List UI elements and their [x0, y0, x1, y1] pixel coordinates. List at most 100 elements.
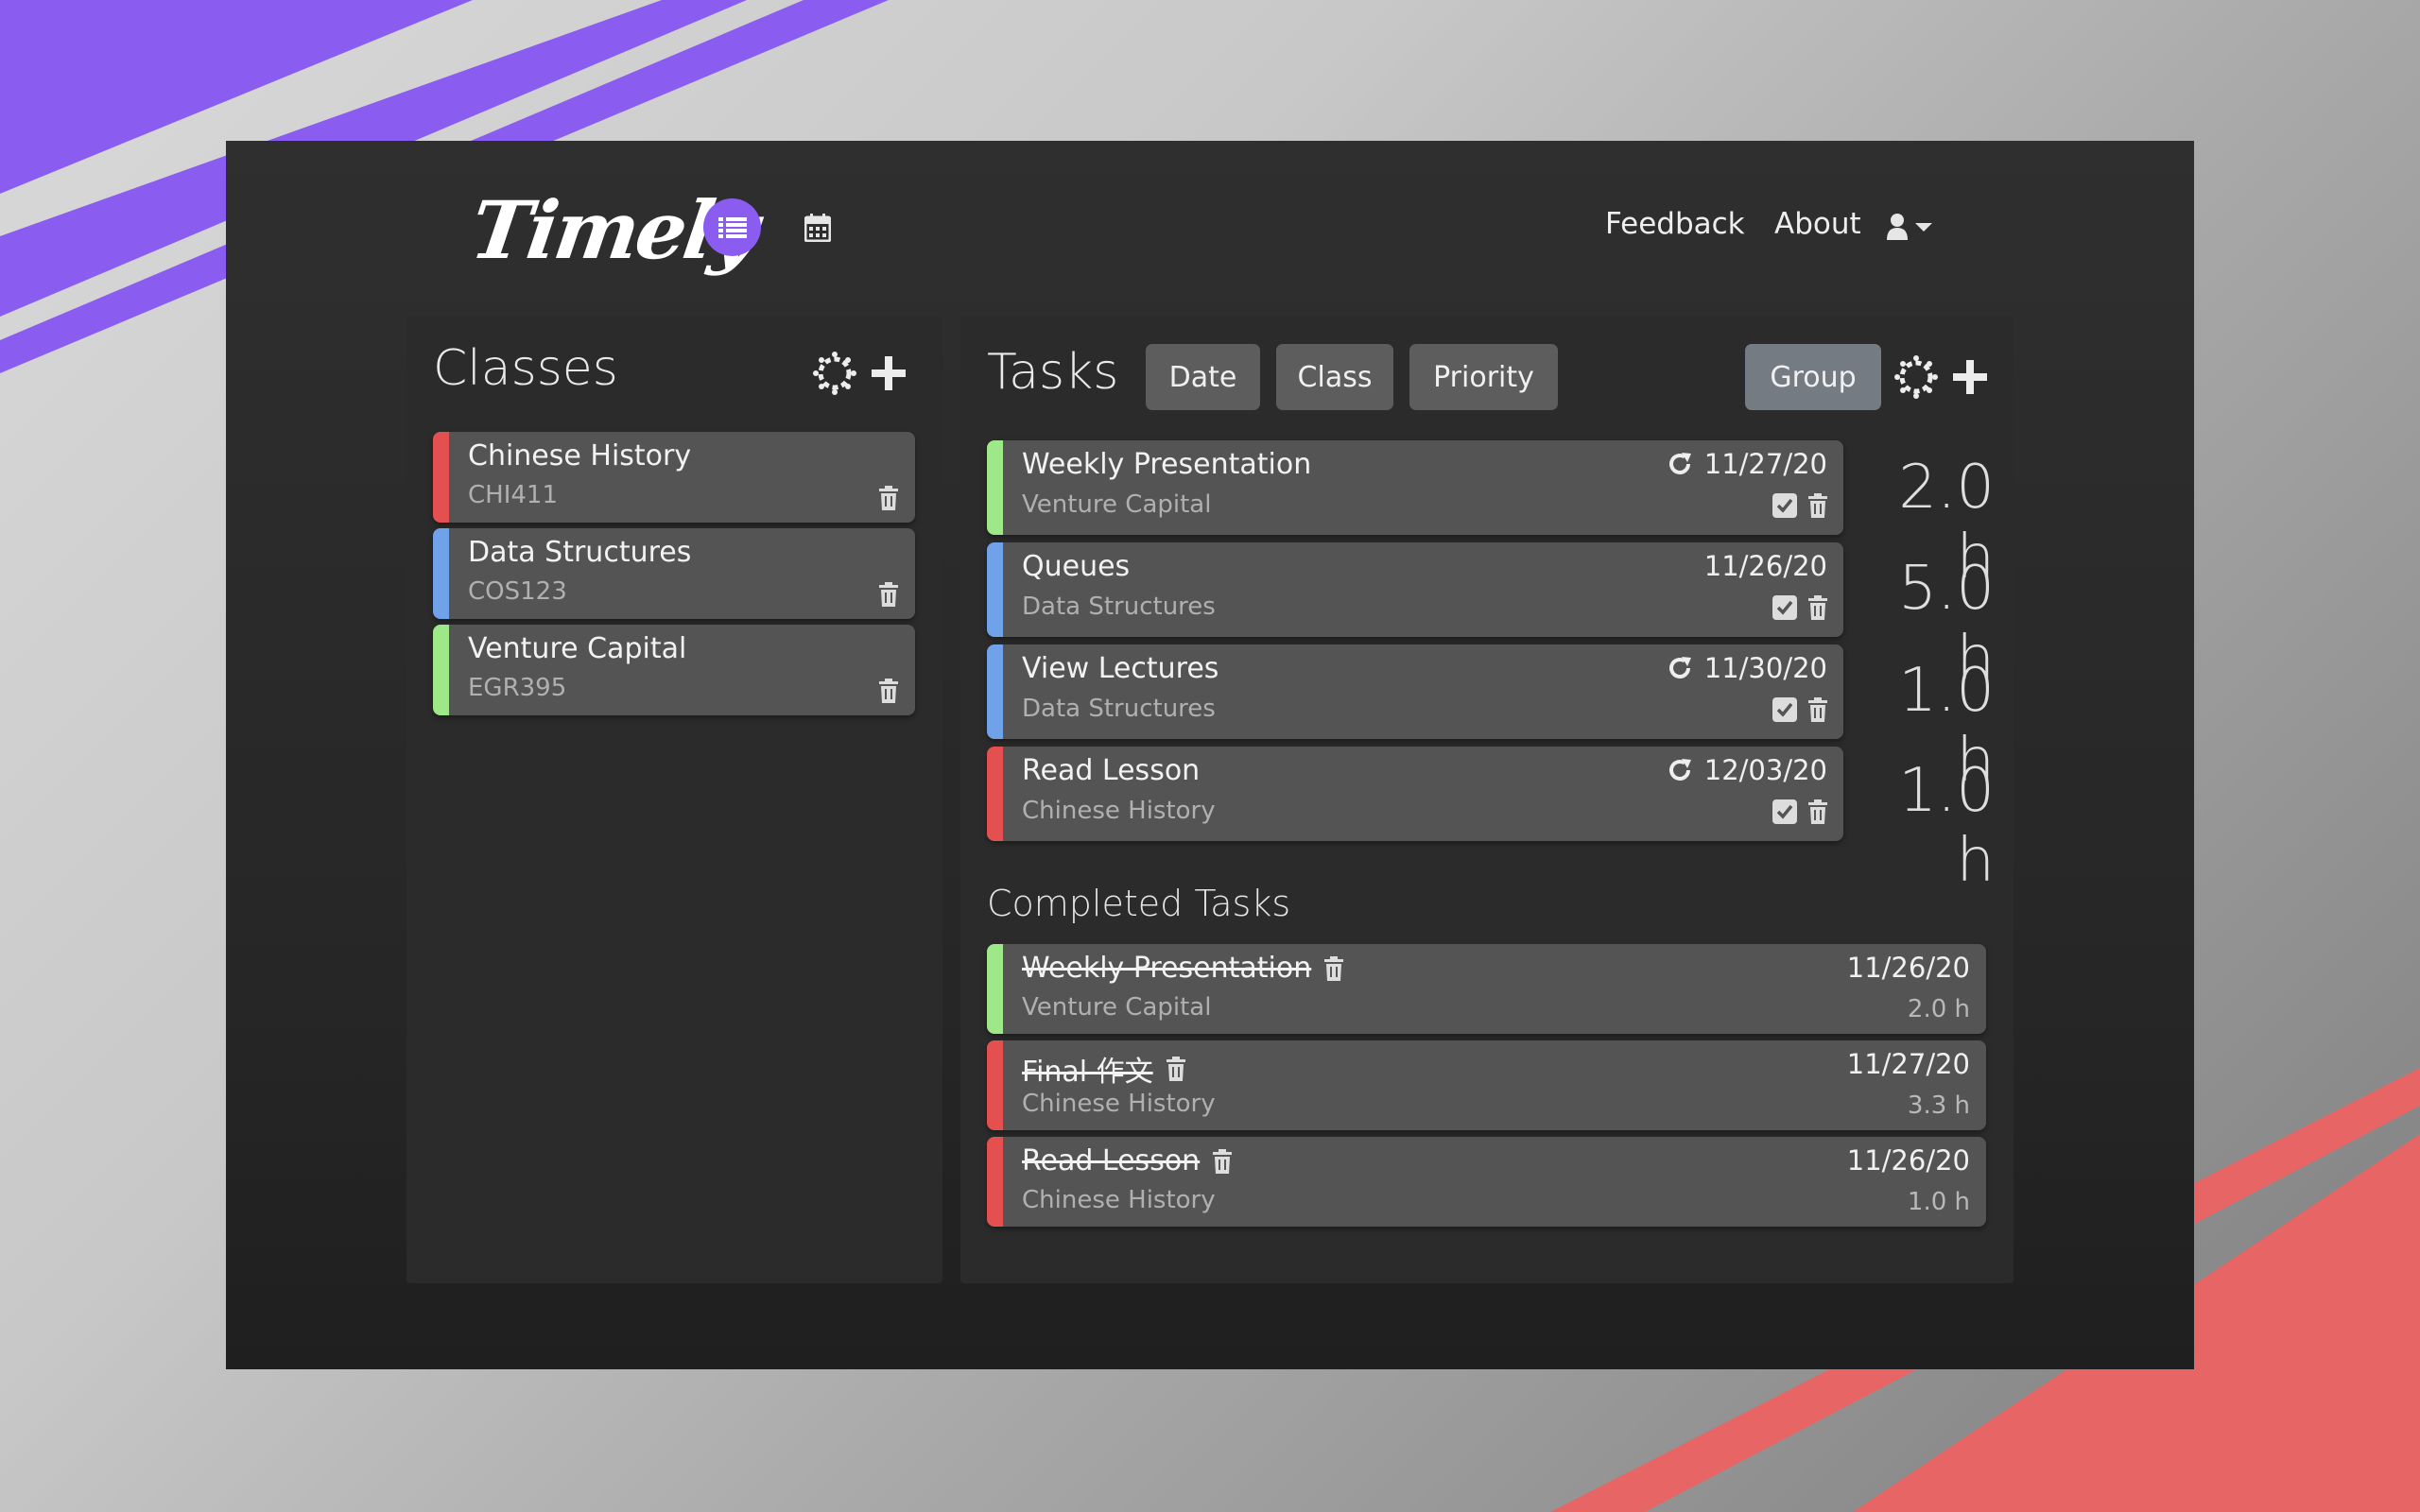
task-class: Data Structures — [1022, 695, 1216, 723]
trash-icon[interactable] — [1324, 955, 1344, 981]
plus-icon — [872, 356, 906, 390]
task-class: Data Structures — [1022, 593, 1216, 621]
task-name: Read Lesson — [1022, 754, 1201, 787]
trash-icon[interactable] — [1213, 1148, 1233, 1174]
class-color-stripe — [433, 625, 449, 715]
checkbox-checked-icon[interactable] — [1772, 799, 1797, 824]
task-due-date: 12/03/20 — [1703, 754, 1827, 786]
checkbox-checked-icon[interactable] — [1772, 697, 1797, 722]
feedback-link[interactable]: Feedback — [1605, 207, 1745, 241]
group-button[interactable]: Group — [1745, 344, 1881, 410]
list-icon — [717, 216, 747, 238]
classes-title: Classes — [433, 340, 618, 397]
class-name: Venture Capital — [468, 632, 687, 665]
class-code: EGR395 — [468, 674, 567, 702]
canvas-logo-icon — [813, 352, 856, 395]
task-card[interactable]: Queues Data Structures 11/26/20 — [987, 542, 1843, 637]
sort-by-priority-button[interactable]: Priority — [1409, 344, 1558, 410]
completed-task-card[interactable]: Read Lesson Chinese History 11/26/20 1.0… — [987, 1137, 1986, 1227]
chevron-down-icon — [1915, 222, 1932, 232]
class-code: CHI411 — [468, 481, 558, 509]
task-due-date: 11/26/20 — [1703, 550, 1827, 582]
class-name: Chinese History — [468, 439, 692, 472]
task-due-date: 11/27/20 — [1703, 448, 1827, 480]
canvas-logo-icon — [1894, 355, 1938, 399]
delete-class-button[interactable] — [877, 581, 900, 608]
tasks-panel: Tasks Date Class Priority Group Weekly P… — [960, 316, 2014, 1283]
app-window: Timely Feedback About Classes Chinese Hi… — [226, 141, 2194, 1369]
class-color-stripe — [433, 432, 449, 523]
task-name: Read Lesson — [1022, 1144, 1201, 1177]
task-color-stripe — [987, 747, 1003, 841]
trash-icon — [879, 486, 898, 510]
class-color-stripe — [433, 528, 449, 619]
checkbox-checked-icon[interactable] — [1772, 595, 1797, 620]
sort-by-date-button[interactable]: Date — [1146, 344, 1260, 410]
task-date-row: 11/27/20 — [1667, 448, 1827, 480]
task-hours: 1.0 h — [1898, 756, 1995, 896]
task-hours: 2.0 h — [1907, 995, 1970, 1023]
trash-icon[interactable] — [1166, 1057, 1185, 1081]
about-link[interactable]: About — [1774, 207, 1861, 241]
trash-icon[interactable] — [1808, 799, 1827, 824]
recurring-icon — [1668, 453, 1691, 474]
trash-icon — [879, 582, 898, 607]
task-color-stripe — [987, 644, 1003, 739]
class-code: COS123 — [468, 577, 567, 606]
add-task-button[interactable] — [1951, 358, 1989, 396]
tasks-title: Tasks — [987, 344, 1119, 401]
trash-icon[interactable] — [1808, 697, 1827, 722]
task-completed-date: 11/26/20 — [1846, 952, 1970, 984]
sort-by-class-button[interactable]: Class — [1276, 344, 1393, 410]
recurring-icon — [1668, 759, 1691, 781]
checkbox-checked-icon[interactable] — [1772, 493, 1797, 518]
trash-icon[interactable] — [1808, 595, 1827, 620]
completed-task-card[interactable]: Weekly Presentation Venture Capital 11/2… — [987, 944, 1986, 1034]
task-color-stripe — [987, 440, 1003, 535]
task-hours: 1.0 h — [1907, 1188, 1970, 1216]
task-actions — [1772, 697, 1827, 722]
completed-tasks-title: Completed Tasks — [987, 883, 1291, 924]
user-menu[interactable] — [1887, 207, 1944, 247]
calendar-icon — [804, 214, 831, 242]
delete-class-button[interactable] — [877, 678, 900, 704]
recurring-icon — [1668, 657, 1691, 679]
task-name: Weekly Presentation — [1022, 952, 1312, 985]
trash-icon[interactable] — [1808, 493, 1827, 518]
plus-icon — [1953, 360, 1987, 394]
task-class: Venture Capital — [1022, 490, 1212, 519]
task-card[interactable]: View Lectures Data Structures 11/30/20 — [987, 644, 1843, 739]
task-date-row: 11/26/20 — [1704, 550, 1827, 582]
task-actions — [1772, 799, 1827, 824]
canvas-import-button[interactable] — [1894, 355, 1938, 399]
task-class: Chinese History — [1022, 797, 1216, 825]
delete-class-button[interactable] — [877, 485, 900, 511]
class-card-venture-capital[interactable]: Venture Capital EGR395 — [433, 625, 915, 715]
navbar: Timely Feedback About — [226, 141, 2194, 311]
task-completed-date: 11/27/20 — [1846, 1048, 1970, 1080]
add-class-button[interactable] — [870, 354, 908, 392]
task-actions — [1772, 493, 1827, 518]
task-card[interactable]: Weekly Presentation Venture Capital 11/2… — [987, 440, 1843, 535]
completed-task-title-row: Read Lesson — [1022, 1144, 1233, 1177]
task-name: Weekly Presentation — [1022, 448, 1312, 481]
task-card[interactable]: Read Lesson Chinese History 12/03/20 — [987, 747, 1843, 841]
canvas-import-button[interactable] — [813, 352, 856, 395]
task-color-stripe — [987, 944, 1003, 1034]
task-class: Venture Capital — [1022, 993, 1212, 1022]
task-actions — [1772, 595, 1827, 620]
task-name: Queues — [1022, 550, 1131, 583]
calendar-view-button[interactable] — [799, 209, 837, 247]
task-class: Chinese History — [1022, 1090, 1216, 1118]
list-view-button[interactable] — [703, 198, 761, 256]
class-card-chinese-history[interactable]: Chinese History CHI411 — [433, 432, 915, 523]
task-date-row: 12/03/20 — [1667, 754, 1827, 786]
user-icon — [1887, 214, 1908, 240]
task-completed-date: 11/26/20 — [1846, 1144, 1970, 1177]
task-name: Final 作文 — [1022, 1056, 1153, 1089]
completed-task-title-row: Weekly Presentation — [1022, 952, 1344, 985]
classes-panel: Classes Chinese History CHI411 Data Stru… — [406, 316, 942, 1283]
completed-task-card[interactable]: Final 作文 Chinese History 11/27/20 3.3 h — [987, 1040, 1986, 1130]
class-card-data-structures[interactable]: Data Structures COS123 — [433, 528, 915, 619]
task-color-stripe — [987, 1137, 1003, 1227]
